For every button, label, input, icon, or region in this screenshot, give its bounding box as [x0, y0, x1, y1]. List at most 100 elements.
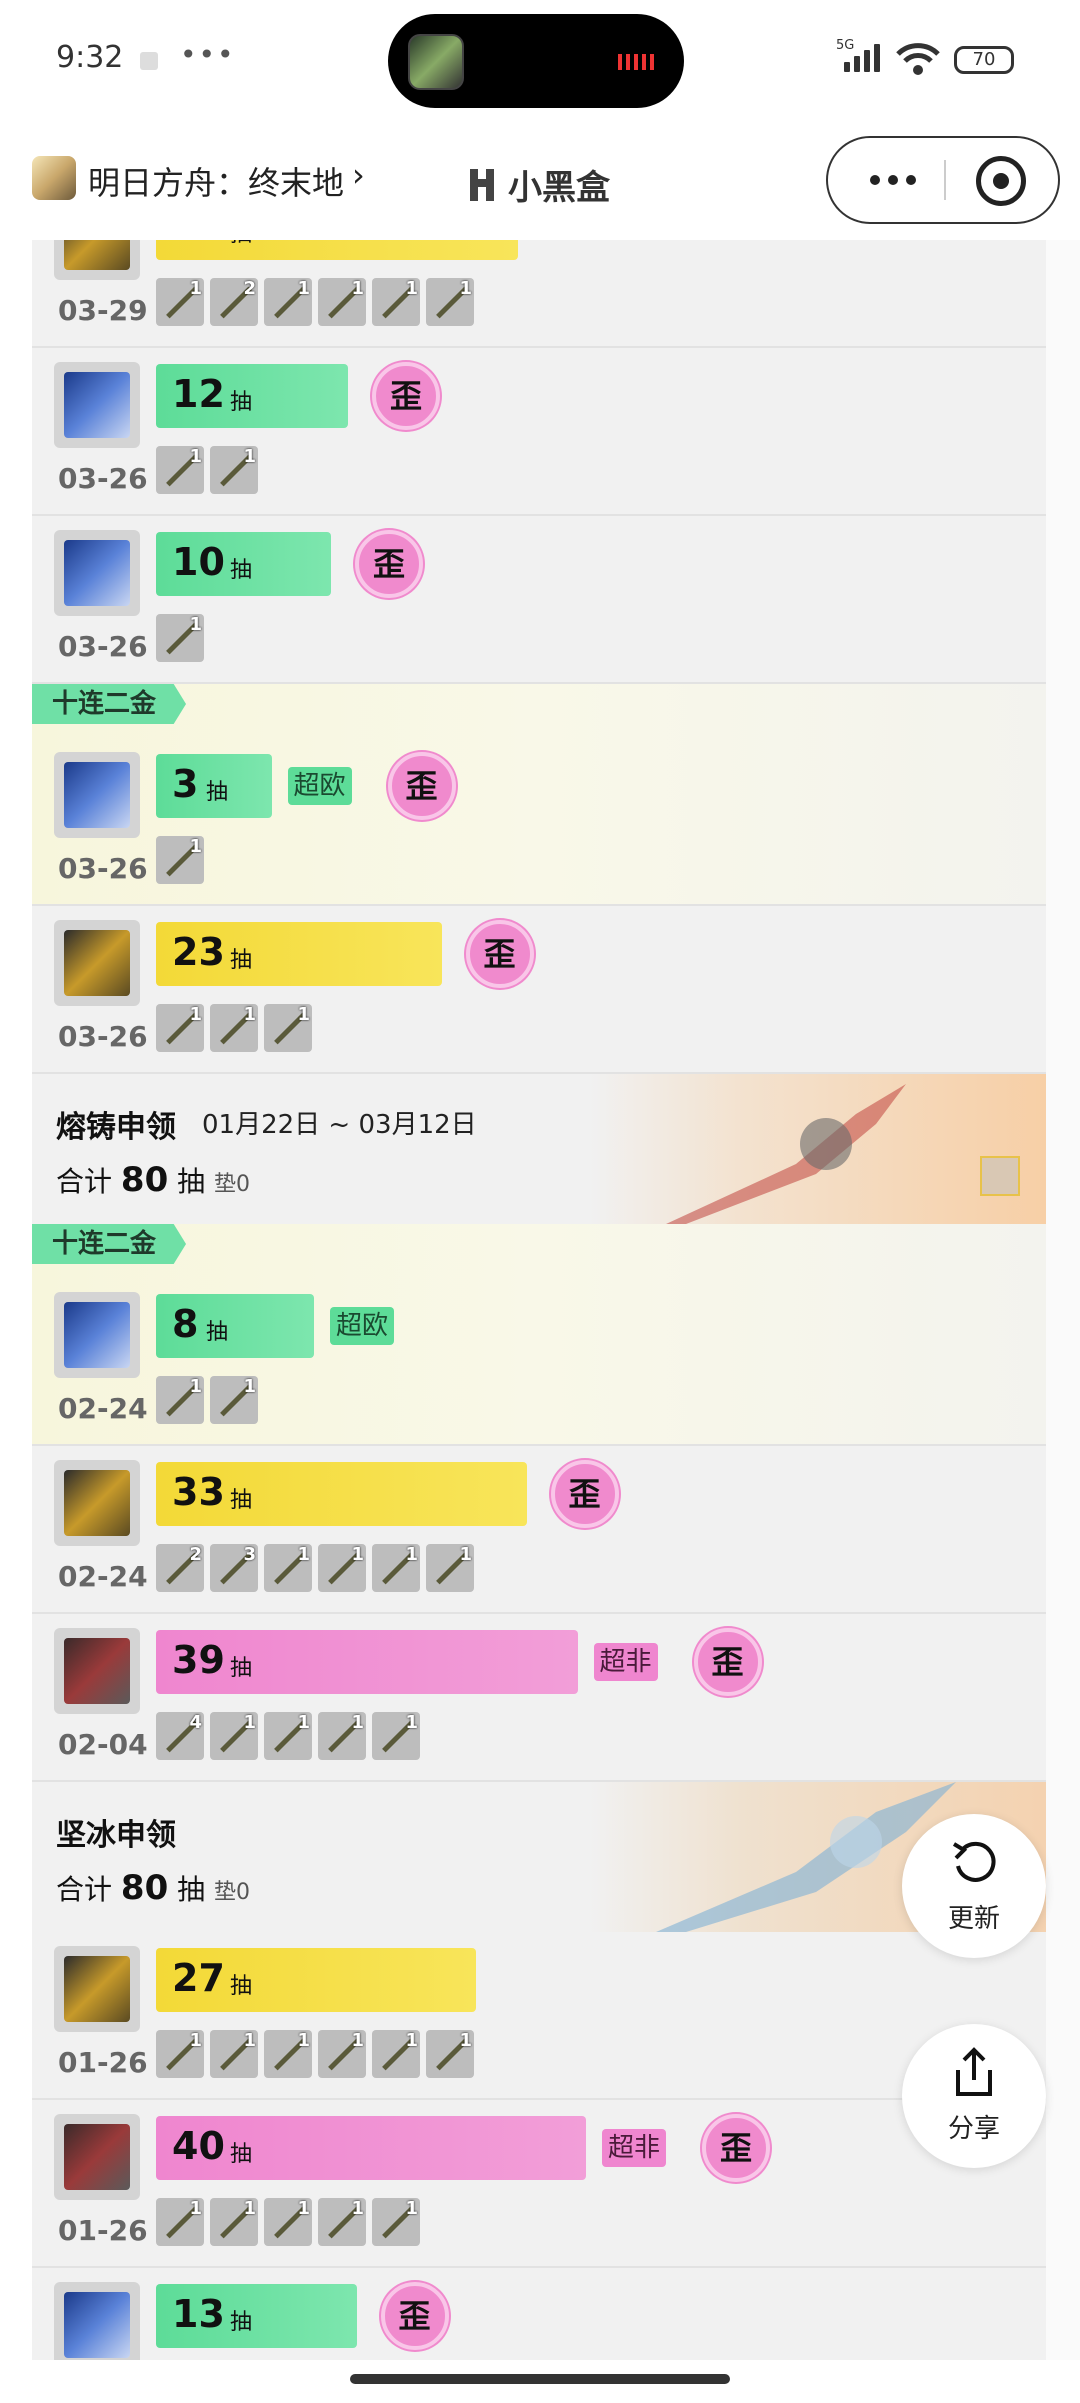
item-icon[interactable]: 1 [264, 2030, 312, 2078]
item-count: 1 [189, 836, 202, 857]
item-icon[interactable]: 1 [210, 1004, 258, 1052]
item-icon[interactable]: 1 [426, 278, 474, 326]
item-icon[interactable]: 1 [156, 614, 204, 662]
item-count: 1 [351, 278, 364, 299]
operator-thumbnail[interactable] [54, 530, 140, 616]
item-icon[interactable]: 1 [156, 2030, 204, 2078]
item-list: 1 1 1 1 1 [156, 2198, 420, 2246]
item-icon[interactable]: 1 [264, 2198, 312, 2246]
item-icon[interactable]: 1 [426, 2030, 474, 2078]
item-count: 1 [243, 1376, 256, 1397]
close-button[interactable] [976, 156, 1026, 206]
item-icon[interactable]: 1 [372, 1544, 420, 1592]
item-icon[interactable]: 1 [372, 1712, 420, 1760]
item-count: 1 [297, 1544, 310, 1565]
item-icon[interactable]: 1 [318, 1712, 366, 1760]
operator-thumbnail[interactable] [54, 1292, 140, 1378]
status-bar: 9:32 ••• 5G 70 [0, 0, 1080, 120]
item-icon[interactable]: 1 [156, 1004, 204, 1052]
item-icon[interactable]: 2 [156, 1544, 204, 1592]
pull-record-card[interactable]: 03-29 32 抽 1 2 1 1 1 1 [32, 240, 1046, 348]
item-icon[interactable]: 1 [156, 1376, 204, 1424]
pull-record-card[interactable]: 02-04 39 抽超非歪 4 1 1 1 1 [32, 1614, 1046, 1782]
item-icon[interactable]: 4 [156, 1712, 204, 1760]
item-icon[interactable]: 1 [210, 1712, 258, 1760]
pull-count: 39 [172, 1638, 225, 1682]
more-button[interactable] [858, 160, 928, 200]
operator-art [64, 2292, 130, 2358]
refresh-button[interactable]: 更新 [902, 1814, 1046, 1958]
heybox-icon [470, 168, 494, 201]
signal-icon [844, 44, 880, 72]
banner-title: 坚冰申领 [56, 1818, 176, 1853]
pull-record-card[interactable]: 01-26 40 抽超非歪 1 1 1 1 1 [32, 2100, 1046, 2268]
pull-history-list[interactable]: 03-2932抽12111103-2612抽歪1103-2610抽歪1十连二金0… [0, 240, 1080, 2360]
operator-thumbnail[interactable] [54, 1946, 140, 2032]
pull-date: 03-29 [58, 294, 148, 327]
banner-total: 合计 80 抽 垫0 [56, 1868, 250, 1908]
item-icon[interactable]: 1 [318, 1544, 366, 1592]
item-icon[interactable]: 1 [372, 2030, 420, 2078]
pull-date: 02-04 [58, 1728, 148, 1761]
item-list: 4 1 1 1 1 [156, 1712, 420, 1760]
item-icon[interactable]: 1 [156, 278, 204, 326]
pull-date: 03-26 [58, 630, 148, 663]
item-count: 3 [243, 1544, 256, 1565]
share-button[interactable]: 分享 [902, 2024, 1046, 2168]
more-status-icon: ••• [180, 38, 236, 71]
item-icon[interactable]: 1 [156, 836, 204, 884]
banner-header: 熔铸申领 01月22日 ~ 03月12日 合计 80 抽 垫0 [32, 1074, 1046, 1224]
app-title[interactable]: 明日方舟：终末地 [88, 158, 344, 204]
refresh-icon [952, 1841, 996, 1882]
media-thumbnail [408, 34, 464, 90]
pull-unit: 抽 [230, 1488, 253, 1513]
pull-record-card[interactable]: 02-24 33 抽歪 2 3 1 1 1 1 [32, 1446, 1046, 1614]
pull-count-bar: 27 抽 [156, 1948, 476, 2012]
item-icon[interactable]: 1 [264, 1544, 312, 1592]
operator-thumbnail[interactable] [54, 240, 140, 280]
pull-record-card[interactable]: 03-26 12 抽歪 1 1 [32, 348, 1046, 516]
pull-record-card[interactable]: 03-26 10 抽歪 1 [32, 516, 1046, 684]
item-icon[interactable]: 1 [426, 1544, 474, 1592]
item-count: 1 [351, 2198, 364, 2219]
unlucky-badge: 超非 [602, 2129, 667, 2167]
off-banner-badge: 歪 [387, 752, 456, 820]
item-icon[interactable]: 1 [210, 2198, 258, 2246]
operator-thumbnail[interactable] [54, 752, 140, 838]
item-icon[interactable]: 1 [156, 446, 204, 494]
pull-count-bar: 13 抽 [156, 2284, 357, 2348]
operator-thumbnail[interactable] [54, 2282, 140, 2360]
home-indicator[interactable] [350, 2374, 730, 2384]
item-icon[interactable]: 1 [264, 278, 312, 326]
item-icon[interactable]: 1 [210, 446, 258, 494]
operator-thumbnail[interactable] [54, 2114, 140, 2200]
pull-record-card[interactable]: 01-26 27 抽 1 1 1 1 1 1 [32, 1932, 1046, 2100]
item-icon[interactable]: 1 [264, 1004, 312, 1052]
item-icon[interactable]: 1 [318, 2198, 366, 2246]
item-icon[interactable]: 1 [318, 2030, 366, 2078]
pull-record-card[interactable]: 十连二金 02-24 8 抽超欧 1 1 [32, 1224, 1046, 1446]
operator-thumbnail[interactable] [54, 920, 140, 1006]
item-icon[interactable]: 1 [210, 2030, 258, 2078]
operator-thumbnail[interactable] [54, 362, 140, 448]
banner-weapon-thumbnail[interactable] [980, 1156, 1020, 1196]
app-avatar[interactable] [32, 156, 76, 200]
item-icon[interactable]: 1 [372, 2198, 420, 2246]
item-icon[interactable]: 3 [210, 1544, 258, 1592]
off-banner-badge: 歪 [372, 362, 440, 430]
pull-record-card[interactable]: 03-26 23 抽歪 1 1 1 [32, 906, 1046, 1074]
pull-count: 27 [172, 1956, 225, 2000]
item-icon[interactable]: 1 [156, 2198, 204, 2246]
operator-art [64, 762, 130, 828]
item-icon[interactable]: 2 [210, 278, 258, 326]
item-icon[interactable]: 1 [372, 278, 420, 326]
pull-record-card[interactable]: 13 抽歪 [32, 2268, 1046, 2360]
item-icon[interactable]: 1 [264, 1712, 312, 1760]
item-icon[interactable]: 1 [210, 1376, 258, 1424]
operator-thumbnail[interactable] [54, 1460, 140, 1546]
item-count: 1 [351, 2030, 364, 2051]
operator-thumbnail[interactable] [54, 1628, 140, 1714]
pull-record-card[interactable]: 十连二金 03-26 3 抽超欧歪 1 [32, 684, 1046, 906]
chevron-right-icon[interactable]: › [352, 156, 365, 194]
item-icon[interactable]: 1 [318, 278, 366, 326]
